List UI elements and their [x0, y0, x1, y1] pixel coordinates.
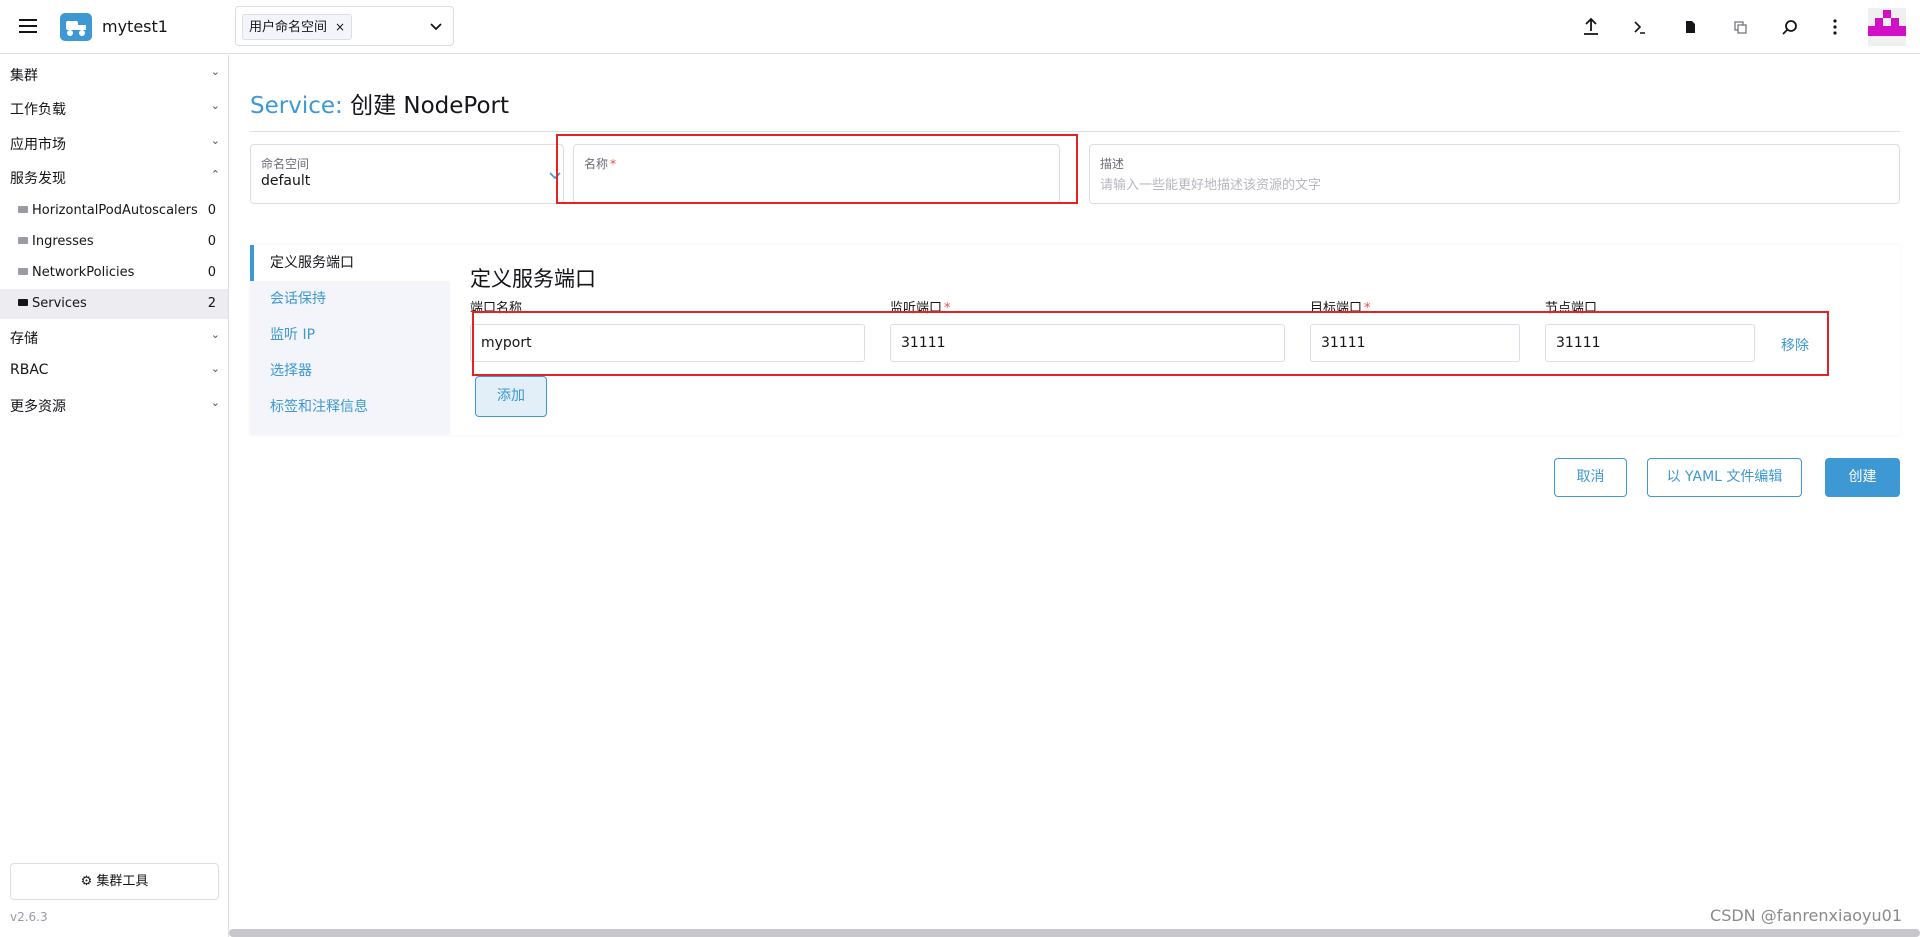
namespace-tag-label: 用户命名空间: [249, 20, 328, 35]
nav-group-label: 更多资源: [10, 399, 66, 415]
watermark: CSDN @fanrenxiaoyu01: [1710, 906, 1902, 925]
search-icon[interactable]: [1779, 16, 1801, 38]
avatar[interactable]: [1868, 8, 1906, 46]
namespace-select[interactable]: 命名空间 default: [250, 144, 564, 204]
chevron-down-icon: ⌄: [210, 134, 220, 147]
chevron-down-icon: ⌄: [210, 65, 220, 78]
highlight-box: [472, 311, 1829, 376]
description-label: 描述: [1100, 157, 1125, 171]
nav-group-storage[interactable]: 存储 ⌄: [10, 328, 220, 348]
nav-group-label: 工作负载: [10, 102, 66, 118]
title-divider: [250, 131, 1900, 132]
cluster-name[interactable]: mytest1: [102, 17, 168, 36]
description-placeholder: 请输入一些能更好地描述该资源的文字: [1100, 178, 1322, 193]
folder-icon: [18, 268, 28, 275]
chevron-up-icon: ⌃: [210, 168, 220, 181]
copy-icon[interactable]: [1729, 16, 1751, 38]
namespace-value: default: [261, 173, 311, 189]
sidebar-item-label: Services: [32, 296, 87, 311]
menu-icon[interactable]: [19, 19, 37, 33]
title-resource-type[interactable]: Service:: [250, 93, 343, 119]
tab-service-ports[interactable]: 定义服务端口: [250, 245, 450, 281]
folder-icon: [18, 299, 28, 306]
sidebar-item-count: 0: [207, 203, 216, 218]
horizontal-scrollbar[interactable]: [229, 929, 1920, 937]
nav-group-cluster[interactable]: 集群 ⌄: [10, 65, 220, 85]
sidebar-item-ingresses[interactable]: Ingresses 0: [0, 227, 228, 257]
sidebar-item-hpa[interactable]: HorizontalPodAutoscalers 0: [0, 196, 228, 226]
close-icon[interactable]: ×: [335, 20, 345, 34]
tab-session-affinity[interactable]: 会话保持: [250, 281, 450, 317]
top-header: mytest1 用户命名空间 ×: [0, 0, 1920, 54]
folder-icon: [18, 206, 28, 213]
cluster-tools-label: 集群工具: [96, 874, 149, 889]
nav-group-label: 应用市场: [10, 137, 66, 153]
sidebar-item-services[interactable]: Services 2: [0, 289, 228, 319]
title-action: 创建 NodePort: [350, 93, 510, 119]
chevron-down-icon[interactable]: [429, 19, 443, 33]
nav-group-workloads[interactable]: 工作负载 ⌄: [10, 99, 220, 119]
highlight-box: [556, 134, 1078, 204]
upload-icon[interactable]: [1580, 16, 1602, 38]
nav-group-apps[interactable]: 应用市场 ⌄: [10, 134, 220, 154]
edit-yaml-button[interactable]: 以 YAML 文件编辑: [1647, 458, 1802, 497]
nav-group-label: 存储: [10, 331, 38, 347]
more-icon[interactable]: [1824, 16, 1846, 38]
sidebar-item-label: NetworkPolicies: [32, 265, 135, 280]
version-label: v2.6.3: [10, 910, 48, 924]
cluster-logo-icon: [60, 13, 92, 41]
add-port-button[interactable]: 添加: [475, 376, 547, 417]
namespace-label: 命名空间: [261, 157, 310, 171]
nav-group-more[interactable]: 更多资源 ⌄: [10, 396, 220, 416]
file-icon[interactable]: [1679, 16, 1701, 38]
create-button[interactable]: 创建: [1825, 458, 1900, 497]
cluster-tools-button[interactable]: ⚙ 集群工具: [10, 863, 219, 900]
chevron-down-icon: ⌄: [210, 362, 220, 375]
chevron-down-icon: ⌄: [210, 99, 220, 112]
tab-selectors[interactable]: 选择器: [250, 353, 450, 389]
nav-group-service-discovery[interactable]: 服务发现 ⌃: [10, 168, 220, 188]
config-tabs: 定义服务端口 会话保持 监听 IP 选择器 标签和注释信息: [250, 245, 450, 435]
nav-group-label: 服务发现: [10, 171, 66, 187]
folder-icon: [18, 237, 28, 244]
sidebar-item-count: 2: [207, 296, 216, 311]
sidebar-item-count: 0: [207, 234, 216, 249]
nav-group-label: RBAC: [10, 362, 49, 378]
section-title: 定义服务端口: [470, 267, 596, 291]
description-field[interactable]: 描述 请输入一些能更好地描述该资源的文字: [1089, 144, 1900, 204]
namespace-tag: 用户命名空间 ×: [242, 14, 353, 40]
tab-labels-annotations[interactable]: 标签和注释信息: [250, 389, 450, 425]
cancel-button[interactable]: 取消: [1554, 458, 1627, 497]
page-title: Service: 创建 NodePort: [250, 86, 509, 120]
sidebar-item-count: 0: [207, 265, 216, 280]
tab-listen-ip[interactable]: 监听 IP: [250, 317, 450, 353]
sidebar-item-networkpolicies[interactable]: NetworkPolicies 0: [0, 258, 228, 288]
terminal-icon[interactable]: [1629, 16, 1651, 38]
namespace-filter[interactable]: 用户命名空间 ×: [235, 6, 454, 46]
sidebar: 集群 ⌄ 工作负载 ⌄ 应用市场 ⌄ 服务发现 ⌃ HorizontalPodAutos…: [0, 55, 229, 937]
gear-icon: ⚙: [80, 874, 97, 889]
chevron-down-icon: ⌄: [210, 396, 220, 409]
chevron-down-icon: ⌄: [210, 328, 220, 341]
sidebar-item-label: Ingresses: [32, 234, 94, 249]
sidebar-item-label: HorizontalPodAutoscalers: [32, 203, 198, 218]
nav-group-label: 集群: [10, 68, 38, 84]
nav-group-rbac[interactable]: RBAC ⌄: [10, 362, 220, 378]
